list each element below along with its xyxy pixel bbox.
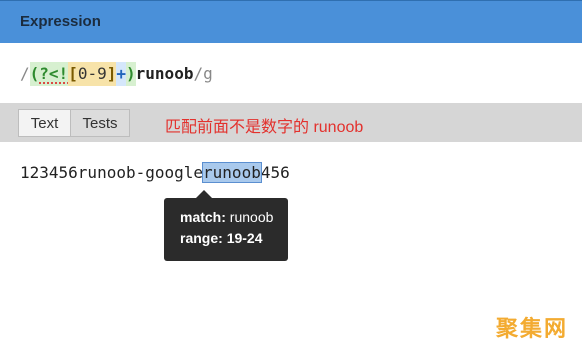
annotation-note: 匹配前面不是数字的 runoob: [165, 119, 364, 136]
regex-delimiter-close: /: [193, 64, 204, 83]
regex-literal: runoob: [135, 64, 194, 83]
tab-tests[interactable]: Tests: [70, 109, 130, 137]
sample-text-before: 123456runoob-google: [20, 163, 204, 182]
regex-delimiter-open: /: [20, 64, 30, 83]
watermark-logo: 聚集网: [495, 317, 568, 342]
regex-class-close: ]: [106, 62, 117, 86]
expression-header: Expression: [0, 0, 582, 43]
regex-quantifier: +: [116, 62, 127, 86]
regex-expression-input[interactable]: /(?<![0-9]+)runoob/g: [20, 62, 213, 86]
regex-negative-lookbehind: ?<!: [39, 62, 69, 86]
tooltip-match-key: match:: [180, 209, 226, 225]
tab-text[interactable]: Text: [18, 109, 70, 137]
regex-group-open: (: [29, 62, 40, 86]
match-tooltip: match: runoob range: 19-24: [164, 190, 288, 261]
regex-flags[interactable]: g: [203, 62, 213, 86]
regex-group-close: ): [126, 62, 136, 86]
match-highlight[interactable]: runoob: [202, 162, 262, 183]
expression-title: Expression: [20, 13, 101, 30]
regex-class-range: 0-9: [77, 62, 107, 86]
tooltip-range-value: 19-24: [226, 230, 263, 246]
test-text-area[interactable]: 123456runoob-googlerunoob456: [20, 162, 290, 184]
tooltip-match-row: match: runoob: [180, 207, 288, 228]
regex-class-open: [: [68, 62, 78, 86]
tooltip-match-value: runoob: [229, 209, 274, 225]
tooltip-range-key: range:: [180, 230, 223, 246]
sample-text-after: 456: [260, 163, 290, 182]
tooltip-range-row: range: 19-24: [180, 228, 288, 249]
